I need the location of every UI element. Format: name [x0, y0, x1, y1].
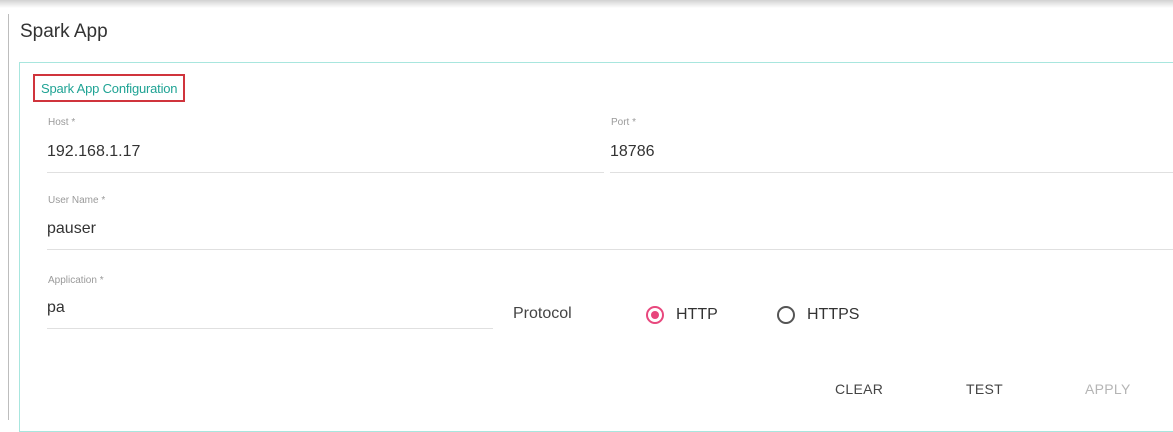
page-title: Spark App: [20, 21, 108, 42]
host-label: Host *: [48, 117, 76, 128]
test-button[interactable]: TEST: [966, 381, 1003, 397]
application-field[interactable]: Application * pa: [47, 275, 493, 329]
port-input[interactable]: 18786: [610, 143, 655, 161]
left-divider: [8, 14, 9, 420]
protocol-label: Protocol: [513, 305, 572, 322]
clear-button[interactable]: CLEAR: [835, 381, 883, 397]
top-shadow: [0, 0, 1173, 8]
apply-button[interactable]: APPLY: [1085, 381, 1131, 397]
user-name-label: User Name *: [48, 195, 106, 206]
radio-checked-icon[interactable]: [646, 306, 664, 324]
application-input[interactable]: pa: [47, 299, 65, 317]
port-field[interactable]: Port * 18786: [610, 117, 1173, 173]
radio-https-label: HTTPS: [807, 306, 860, 323]
application-label: Application *: [48, 275, 104, 286]
section-title: Spark App Configuration: [33, 74, 186, 102]
radio-http-label: HTTP: [676, 306, 718, 323]
port-label: Port *: [611, 117, 637, 128]
radio-unchecked-icon[interactable]: [777, 306, 795, 324]
user-name-field[interactable]: User Name * pauser: [47, 195, 1173, 250]
user-name-input[interactable]: pauser: [47, 220, 96, 238]
radio-https[interactable]: HTTPS: [777, 303, 859, 327]
host-field[interactable]: Host * 192.168.1.17: [47, 117, 604, 173]
radio-http[interactable]: HTTP: [646, 303, 718, 327]
host-input[interactable]: 192.168.1.17: [47, 143, 140, 161]
